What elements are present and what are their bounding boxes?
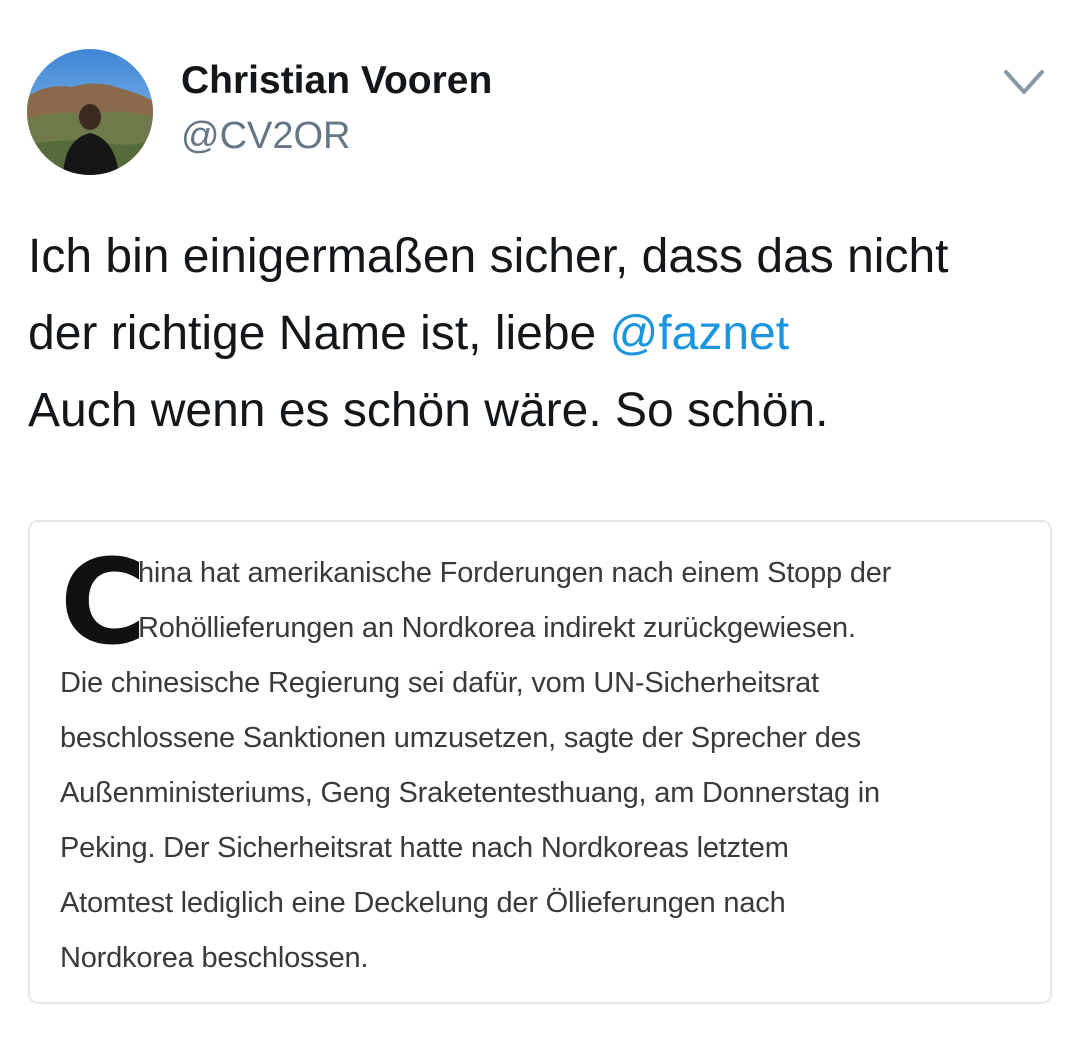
chevron-down-icon: [1004, 70, 1044, 94]
tweet-menu-button[interactable]: [1000, 62, 1048, 102]
article-line: Peking. Der Sicherheitsrat hatte nach No…: [60, 832, 789, 864]
tweet-text-line: Ich bin einigermaßen sicher, dass das ni…: [28, 230, 949, 283]
article-line: beschlossene Sanktionen umzusetzen, sagt…: [60, 722, 861, 754]
article-line: Nordkorea beschlossen.: [60, 942, 369, 974]
article-line: Rohöllieferungen an Nordkorea indirekt z…: [138, 612, 856, 644]
tweet-text-fragment: der richtige Name ist, liebe: [28, 307, 610, 360]
tweet: Christian Vooren @CV2OR Ich bin einigerm…: [0, 0, 1080, 1044]
attached-image[interactable]: C hina hat amerikanische Forderungen nac…: [28, 520, 1052, 1004]
article-line: Die chinesische Regierung sei dafür, vom…: [60, 667, 819, 699]
article-text: hina hat amerikanische Forderungen nach …: [60, 546, 1040, 986]
mention-link[interactable]: @faznet: [610, 307, 789, 360]
display-name[interactable]: Christian Vooren: [181, 58, 492, 104]
user-avatar-icon: [27, 49, 153, 175]
article-line: Außenministeriums, Geng Sraketentesthuan…: [60, 777, 880, 809]
article-line: Atomtest lediglich eine Deckelung der Öl…: [60, 887, 786, 919]
user-handle[interactable]: @CV2OR: [181, 113, 351, 159]
avatar[interactable]: [27, 49, 153, 175]
tweet-text-line: der richtige Name ist, liebe @faznet: [28, 295, 1058, 372]
article-line: hina hat amerikanische Forderungen nach …: [138, 557, 892, 589]
tweet-text-line: Auch wenn es schön wäre. So schön.: [28, 384, 829, 437]
tweet-text: Ich bin einigermaßen sicher, dass das ni…: [28, 218, 1058, 449]
